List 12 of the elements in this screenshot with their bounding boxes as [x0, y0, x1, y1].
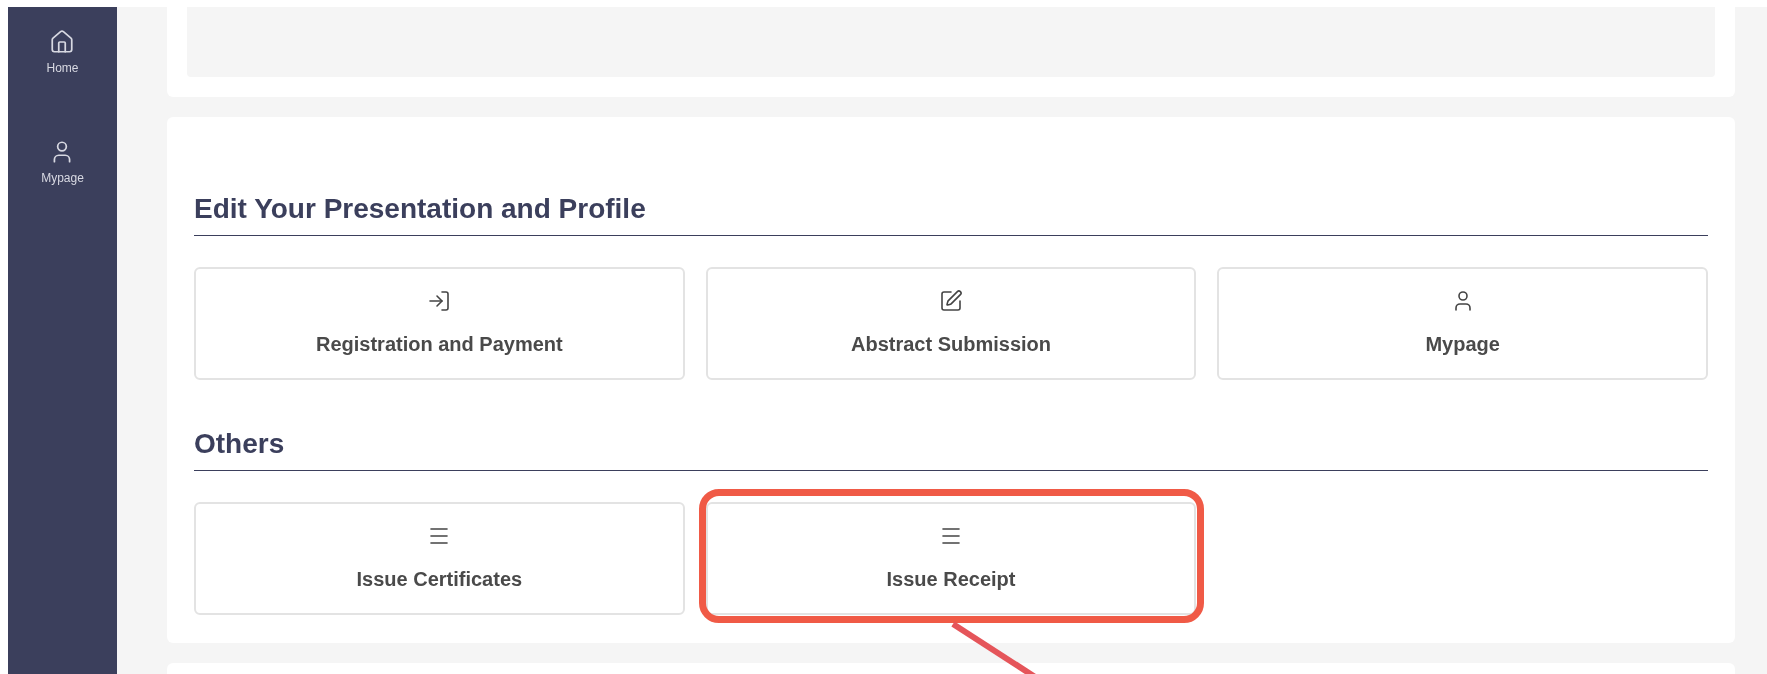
- sign-in-icon: [427, 288, 452, 313]
- sidebar-item[interactable]: Mypage: [41, 139, 84, 187]
- section-heading: Others: [194, 426, 1708, 471]
- menu-tile[interactable]: Mypage: [1217, 267, 1708, 380]
- sidebar-item[interactable]: Home: [46, 29, 79, 77]
- menu-tile[interactable]: Abstract Submission: [705, 267, 1197, 380]
- home-icon: [49, 29, 76, 55]
- edit-icon: [939, 288, 963, 313]
- menu-tile[interactable]: Registration and Payment: [194, 267, 685, 380]
- section-heading: Edit Your Presentation and Profile: [194, 191, 1708, 236]
- menu-tile[interactable]: Issue Receipt: [705, 502, 1197, 615]
- menu-tile[interactable]: Issue Certificates: [194, 502, 685, 615]
